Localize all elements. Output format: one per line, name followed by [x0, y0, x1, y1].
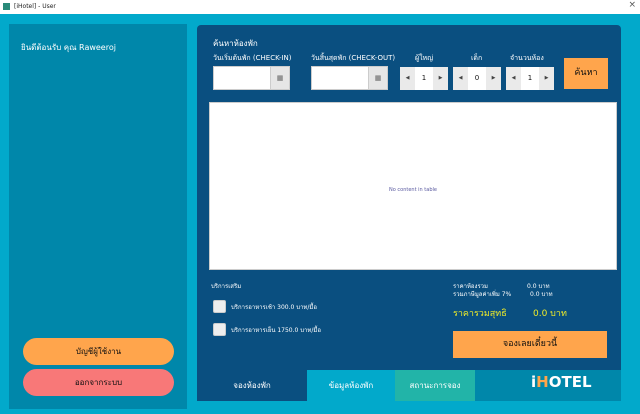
book-now-button[interactable]: จองเลยเดี๋ยวนี้	[453, 331, 607, 358]
search-title: ค้นหาห้องพัก	[213, 39, 258, 48]
tab-room-info[interactable]: ข้อมูลห้องพัก	[307, 370, 395, 401]
adults-stepper[interactable]: ◀ 1 ▶	[400, 67, 448, 90]
net-value: 0.0 บาท	[533, 309, 567, 319]
adults-value[interactable]: 1	[415, 67, 433, 90]
checkin-label: วันเริ่มต้นพัก (CHECK-IN)	[213, 54, 292, 62]
search-button[interactable]: ค้นหา	[564, 58, 608, 89]
calendar-icon[interactable]: ▦	[368, 67, 387, 89]
rooms-label: จำนวนห้อง	[510, 54, 544, 62]
breakfast-checkbox[interactable]	[213, 300, 226, 313]
logout-button[interactable]: ออกจากระบบ	[23, 369, 174, 396]
checkin-date-picker[interactable]: ▦	[213, 66, 290, 90]
rooms-value[interactable]: 1	[521, 67, 539, 90]
decrement-icon[interactable]: ◀	[400, 67, 415, 90]
adults-label: ผู้ใหญ่	[415, 54, 434, 62]
rooms-stepper[interactable]: ◀ 1 ▶	[506, 67, 554, 90]
vat-value: 0.0 บาท	[530, 291, 553, 298]
dinner-label: บริการอาหารเย็น 1750.0 บาท/มื้อ	[231, 327, 321, 334]
window-title: [iHotel] - User	[14, 3, 56, 10]
net-label: ราคารวมสุทธิ	[453, 309, 507, 319]
dinner-checkbox[interactable]	[213, 323, 226, 336]
extras-title: บริการเสริม	[211, 283, 242, 290]
increment-icon[interactable]: ▶	[486, 67, 501, 90]
table-empty-text: No content in table	[389, 187, 437, 193]
app-icon	[3, 3, 10, 10]
rooms-table[interactable]: No content in table	[209, 102, 617, 270]
increment-icon[interactable]: ▶	[539, 67, 554, 90]
children-value[interactable]: 0	[468, 67, 486, 90]
checkout-label: วันสิ้นสุดพัก (CHECK-OUT)	[311, 54, 396, 62]
decrement-icon[interactable]: ◀	[453, 67, 468, 90]
vat-label: รวมภาษีมูลค่าเพิ่ม 7%	[453, 291, 512, 298]
children-label: เด็ก	[471, 54, 483, 62]
decrement-icon[interactable]: ◀	[506, 67, 521, 90]
sidebar: ยินดีต้อนรับ คุณ Raweeroj บัญชีผู้ใช้งาน…	[9, 24, 187, 409]
calendar-icon[interactable]: ▦	[270, 67, 289, 89]
breakfast-label: บริการอาหารเช้า 300.0 บาท/มื้อ	[231, 304, 317, 311]
welcome-text: ยินดีต้อนรับ คุณ Raweeroj	[21, 43, 116, 52]
booking-panel: ค้นหาห้องพัก วันเริ่มต้นพัก (CHECK-IN) ว…	[197, 25, 621, 370]
checkout-date-picker[interactable]: ▦	[311, 66, 388, 90]
tab-booking-status[interactable]: สถานะการจอง	[395, 370, 475, 401]
tab-book-room[interactable]: จองห้องพัก	[197, 370, 307, 401]
close-icon[interactable]: ×	[628, 0, 636, 10]
account-button[interactable]: บัญชีผู้ใช้งาน	[23, 338, 174, 365]
title-bar: [iHotel] - User	[0, 0, 640, 14]
increment-icon[interactable]: ▶	[433, 67, 448, 90]
ihotel-logo: iHOTEL	[531, 373, 592, 391]
children-stepper[interactable]: ◀ 0 ▶	[453, 67, 501, 90]
